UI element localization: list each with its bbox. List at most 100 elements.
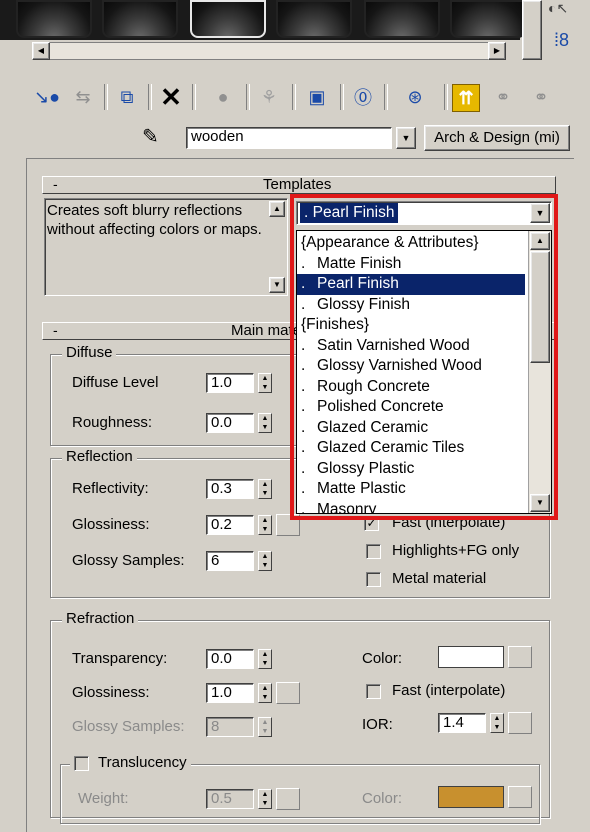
diffuse-level-field[interactable]: 1.0 xyxy=(206,373,254,393)
translucency-color-label: Color: xyxy=(362,790,403,807)
template-dropdown-item[interactable]: . Masonry xyxy=(297,500,525,514)
translucency-checkbox[interactable] xyxy=(74,756,89,771)
scroll-right-button[interactable]: ▶ xyxy=(488,42,506,60)
reflection-glossiness-spinner[interactable]: ▲ ▼ xyxy=(258,515,272,535)
sample-slot[interactable] xyxy=(364,0,440,38)
template-dropdown-item[interactable]: . Polished Concrete xyxy=(297,397,525,418)
reflection-glossy-samples-spinner[interactable]: ▲ ▼ xyxy=(258,551,272,571)
refraction-fast-label: Fast (interpolate) xyxy=(392,682,506,699)
template-dropdown-item[interactable]: . Glossy Plastic xyxy=(297,459,525,480)
ior-field[interactable]: 1.4 xyxy=(438,713,486,733)
dropdown-scroll-down[interactable]: ▼ xyxy=(530,494,550,512)
reflection-glossiness-field[interactable]: 0.2 xyxy=(206,515,254,535)
material-name-field[interactable]: wooden xyxy=(186,127,392,149)
roughness-spinner[interactable]: ▲ ▼ xyxy=(258,413,272,433)
template-item-prefix: . xyxy=(301,357,306,374)
ior-spinner[interactable]: ▲ ▼ xyxy=(490,713,504,733)
toolbar-separator xyxy=(340,84,344,110)
sample-slot[interactable] xyxy=(16,0,92,38)
template-dropdown-item[interactable]: . Glazed Ceramic Tiles xyxy=(297,438,525,459)
templates-rollout-header[interactable]: - Templates xyxy=(42,176,556,194)
sample-slot[interactable] xyxy=(190,0,266,38)
refraction-glossiness-field[interactable]: 1.0 xyxy=(206,683,254,703)
template-dropdown-item[interactable]: {Finishes} xyxy=(297,315,525,336)
weight-spinner[interactable]: ▲ ▼ xyxy=(258,789,272,809)
material-name-dropdown-button[interactable]: ▼ xyxy=(396,127,416,149)
transparency-spinner[interactable]: ▲ ▼ xyxy=(258,649,272,669)
delete-icon[interactable]: ✕ xyxy=(158,82,184,112)
transparency-label: Transparency: xyxy=(72,650,168,667)
template-dropdown-item[interactable]: . Glossy Varnished Wood xyxy=(297,356,525,377)
translucency-header: Translucency xyxy=(70,754,191,774)
sample-slot[interactable] xyxy=(450,0,526,38)
translucency-color-map-button[interactable] xyxy=(508,786,532,808)
reflection-glossy-samples-field[interactable]: 6 xyxy=(206,551,254,571)
dropdown-scroll-up[interactable]: ▲ xyxy=(530,232,550,250)
dropdown-scroll-thumb[interactable] xyxy=(530,251,550,363)
material-effects-icon[interactable]: ▣ xyxy=(304,84,330,110)
template-item-label: {Appearance & Attributes} xyxy=(301,234,479,251)
diffuse-level-spinner[interactable]: ▲ ▼ xyxy=(258,373,272,393)
metal-material-checkbox[interactable] xyxy=(366,572,381,587)
template-dropdown-item[interactable]: . Pearl Finish xyxy=(297,274,525,295)
refraction-glossiness-spinner[interactable]: ▲ ▼ xyxy=(258,683,272,703)
show-end-result-icon[interactable]: ⊛ xyxy=(402,84,428,110)
sample-slots xyxy=(0,0,526,40)
put-to-scene-icon[interactable]: ⇆ xyxy=(70,84,96,110)
refraction-glossy-samples-field[interactable]: 8 xyxy=(206,717,254,737)
sample-slot[interactable] xyxy=(276,0,352,38)
get-material-icon[interactable]: ↘● xyxy=(34,84,60,110)
template-select[interactable]: . Pearl Finish ▼ xyxy=(296,201,552,225)
options-icon[interactable]: ⁞8 xyxy=(554,30,569,51)
refraction-color-swatch[interactable] xyxy=(438,646,504,668)
eyedropper-icon[interactable]: ✎ xyxy=(142,124,159,149)
dropdown-scrollbar[interactable]: ▲ ▼ xyxy=(528,231,551,513)
weight-field[interactable]: 0.5 xyxy=(206,789,254,809)
highlights-fg-checkbox[interactable] xyxy=(366,544,381,559)
horizontal-scrollbar[interactable] xyxy=(32,42,506,60)
template-dropdown-item[interactable]: . Glossy Finish xyxy=(297,295,525,316)
template-item-label: Rough Concrete xyxy=(317,377,430,395)
ior-map-button[interactable] xyxy=(508,712,532,734)
put-to-library-icon[interactable]: ⚘ xyxy=(256,84,282,110)
template-dropdown-item[interactable]: . Satin Varnished Wood xyxy=(297,336,525,357)
reflection-glossiness-label: Glossiness: xyxy=(72,516,150,533)
template-select-value: . Pearl Finish xyxy=(300,203,399,223)
transparency-field[interactable]: 0.0 xyxy=(206,649,254,669)
pick-material-icon[interactable]: ⚭ xyxy=(528,84,554,110)
template-dropdown-item[interactable]: . Glazed Ceramic xyxy=(297,418,525,439)
make-unique-icon[interactable]: ● xyxy=(210,84,236,110)
collapse-icon: - xyxy=(53,322,58,338)
reflectivity-spinner[interactable]: ▲ ▼ xyxy=(258,479,272,499)
roughness-field[interactable]: 0.0 xyxy=(206,413,254,433)
refraction-glossy-samples-spinner[interactable]: ▲ ▼ xyxy=(258,717,272,737)
description-scroll-down[interactable]: ▼ xyxy=(269,277,285,293)
template-dropdown-item[interactable]: {Appearance & Attributes} xyxy=(297,233,525,254)
scroll-left-button[interactable]: ◀ xyxy=(32,42,50,60)
sample-slot[interactable] xyxy=(102,0,178,38)
weight-map-button[interactable] xyxy=(276,788,300,810)
go-to-parent-icon[interactable]: ⇈ xyxy=(452,84,480,112)
assign-material-icon[interactable]: ⧉ xyxy=(114,84,140,110)
refraction-fast-checkbox[interactable] xyxy=(366,684,381,699)
template-select-arrow[interactable]: ▼ xyxy=(530,203,550,223)
reflectivity-field[interactable]: 0.3 xyxy=(206,479,254,499)
vertical-scrollbar-thumb[interactable] xyxy=(522,0,542,60)
translucency-color-swatch[interactable] xyxy=(438,786,504,808)
refraction-glossiness-map-button[interactable] xyxy=(276,682,300,704)
refraction-color-map-button[interactable] xyxy=(508,646,532,668)
sample-type-icon[interactable]: ◐↖ xyxy=(548,0,574,22)
show-map-icon[interactable]: ⓪ xyxy=(350,84,376,110)
template-dropdown-item[interactable]: . Matte Plastic xyxy=(297,479,525,500)
material-type-button[interactable]: Arch & Design (mi) xyxy=(424,125,570,151)
template-dropdown-item[interactable]: . Matte Finish xyxy=(297,254,525,275)
toolbar-separator xyxy=(292,84,296,110)
template-item-label: Matte Plastic xyxy=(317,480,406,497)
template-item-label: Pearl Finish xyxy=(317,275,399,292)
reflection-glossy-samples-label: Glossy Samples: xyxy=(72,552,185,569)
go-forward-sibling-icon[interactable]: ⚭ xyxy=(490,84,516,110)
template-dropdown-item[interactable]: . Rough Concrete xyxy=(297,377,525,398)
template-item-label: Masonry xyxy=(317,500,377,514)
description-scroll-up[interactable]: ▲ xyxy=(269,201,285,217)
template-item-label: Matte Finish xyxy=(317,254,402,272)
